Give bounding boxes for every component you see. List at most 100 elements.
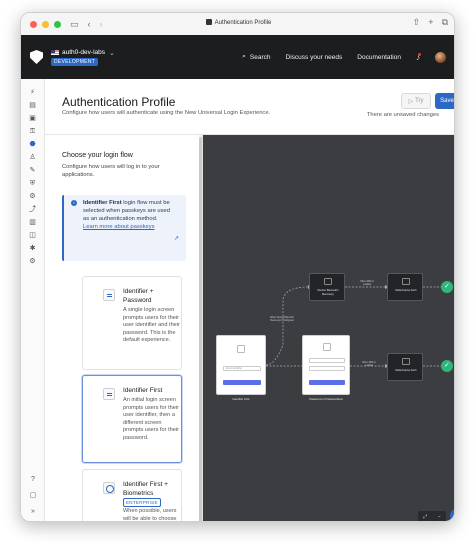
search-button[interactable]: ⌕ Search [242,53,270,61]
info-icon: i [71,200,77,206]
search-icon: ⌕ [242,53,246,60]
flow-panel-title: Choose your login flow [62,152,133,159]
user-icon [237,345,245,353]
login-flow-panel: Choose your login flow Configure how use… [45,135,203,522]
plus-icon[interactable]: + [428,18,433,27]
environment-badge: DEVELOPMENT [51,57,99,66]
sidebar-icon[interactable]: ▭ [70,19,79,29]
page-subtitle: Configure how users will authenticate us… [62,110,271,116]
otp-field-preview [309,366,345,371]
zoom-out-icon[interactable]: − [438,514,441,520]
shield-icon [402,278,410,285]
auth-pipeline-icon[interactable]: ⤴ [29,206,36,213]
organizations-icon[interactable]: ⬣ [29,141,36,148]
edge-label: When Device Biometric Recovery is config… [270,317,294,322]
help-button[interactable]: ? [450,508,454,521]
collapse-icon[interactable]: » [30,508,37,515]
side-navigation: ⚡ ▤ ▣ ⚿ ⬣ ♙ ✎ ⛨ ⚙ ⤴ ▥ ◫ ✱ ⚙ ? ▢ » [21,79,45,521]
close-window-button[interactable] [30,20,37,28]
feedback-icon[interactable]: ▢ [30,492,37,499]
enterprise-badge: ENTERPRISE [123,498,161,507]
chevron-down-icon[interactable]: ⌄ [109,49,115,57]
identifier-field-preview: Enter identifier [223,366,261,371]
edge-label: When MFA is enabled [360,281,374,286]
unsaved-changes-text: There are unsaved changes [366,112,439,118]
node-mfa-top[interactable]: Multi-Factor Auth [387,273,423,301]
external-link-icon[interactable]: ↗ [174,235,179,242]
flow-connectors [265,285,441,368]
applications-icon[interactable]: ▣ [29,115,36,122]
tabs-icon[interactable]: ⧉ [442,18,448,27]
fingerprint-icon [324,278,332,285]
option-title: Identifier First [123,387,163,394]
security-icon[interactable]: ⛨ [29,180,36,187]
continue-button-preview [223,380,261,385]
try-button[interactable]: ▷ Try [401,93,431,109]
option-identifier-first-biometrics[interactable]: Identifier First + Biometrics ENTERPRISE… [82,469,182,522]
node-mfa-bottom[interactable]: Multi-Factor Auth [387,353,423,381]
success-check-icon: ✓ [441,360,453,372]
lock-icon [323,343,331,351]
getting-started-icon[interactable]: ▤ [29,102,36,109]
password-field-preview [309,358,345,363]
page-header: Authentication Profile Configure how use… [45,79,454,135]
browser-actions: ⇧ + ⧉ [413,18,448,27]
app-header: auth0-dev-labs DEVELOPMENT ⌄ ⌕ Search Dis… [21,35,454,79]
save-button[interactable]: Save [435,93,454,109]
option-identifier-first[interactable]: Identifier First An initial login screen… [82,375,182,463]
us-flag-icon [51,49,59,55]
page-title: Authentication Profile [62,95,176,109]
play-icon: ▷ [408,98,414,105]
settings-icon[interactable]: ⚙ [29,258,36,265]
node-device-biometric[interactable]: Device Biometric Recovery [309,273,345,301]
fit-view-icon[interactable]: ⤢ [423,514,427,520]
node-identifier-first[interactable]: Enter identifier [216,335,266,395]
flow-panel-subtitle: Configure how users will log in to your … [62,164,160,178]
tenant-name: auth0-dev-labs [62,48,105,56]
browser-toolbar: ▭ ‹ › Authentication Profile ⇧ + ⧉ [21,13,454,35]
password-form-icon [103,289,115,301]
monitoring-icon[interactable]: ▥ [29,219,36,226]
activity-icon[interactable]: ⚡ [29,89,36,96]
browser-tab-title: Authentication Profile [21,19,454,26]
user-management-icon[interactable]: ♙ [29,154,36,161]
avatar[interactable] [435,51,446,63]
discuss-needs-link[interactable]: Discuss your needs [286,54,343,61]
identifier-form-icon [103,388,115,400]
chevron-left-icon[interactable]: ‹ [88,19,91,29]
option-identifier-password[interactable]: Identifier + Password A single login scr… [82,276,182,370]
zoom-window-button[interactable] [54,20,61,28]
rail-bottom: ? ▢ » [21,476,45,515]
minimize-window-button[interactable] [42,20,49,28]
success-check-icon: ✓ [441,281,453,293]
shield-icon [402,358,410,365]
option-title: Identifier First + Biometrics [123,481,168,497]
option-description: When possible, users will be able to cho… [123,508,177,522]
option-description: An initial login screen prompts users fo… [123,397,179,441]
site-icon [205,19,212,25]
biometrics-icon [103,482,115,494]
extensions-icon[interactable]: ✱ [29,245,36,252]
browser-window: ▭ ‹ › Authentication Profile ⇧ + ⧉ auth0… [20,12,455,522]
option-title: Identifier + Password [123,288,154,304]
help-icon[interactable]: ? [30,476,37,483]
documentation-link[interactable]: Documentation [357,54,401,61]
bell-icon[interactable]: ♪ [416,52,421,62]
flow-canvas[interactable]: When Device Biometric Recovery is config… [203,135,454,521]
share-icon[interactable]: ⇧ [413,18,421,27]
chevron-right-icon[interactable]: › [100,19,103,29]
node-password-or-passwordless[interactable] [302,335,350,395]
marketplace-icon[interactable]: ◫ [29,232,36,239]
actions-icon[interactable]: ⚙ [29,193,36,200]
canvas-controls: ⤢ − [418,511,446,521]
branding-icon[interactable]: ✎ [29,167,36,174]
authentication-icon[interactable]: ⚿ [29,128,36,135]
node-label: Password or Passwordless [309,397,343,401]
login-button-preview [309,380,345,385]
edge-label: When MFA is enabled [362,362,376,367]
tenant-selector[interactable]: auth0-dev-labs DEVELOPMENT [51,49,105,66]
option-description: A single login screen prompts users for … [123,307,180,344]
auth0-logo-icon[interactable] [30,50,43,64]
learn-more-link[interactable]: Learn more about passkeys [83,224,155,230]
traffic-lights [30,20,61,28]
